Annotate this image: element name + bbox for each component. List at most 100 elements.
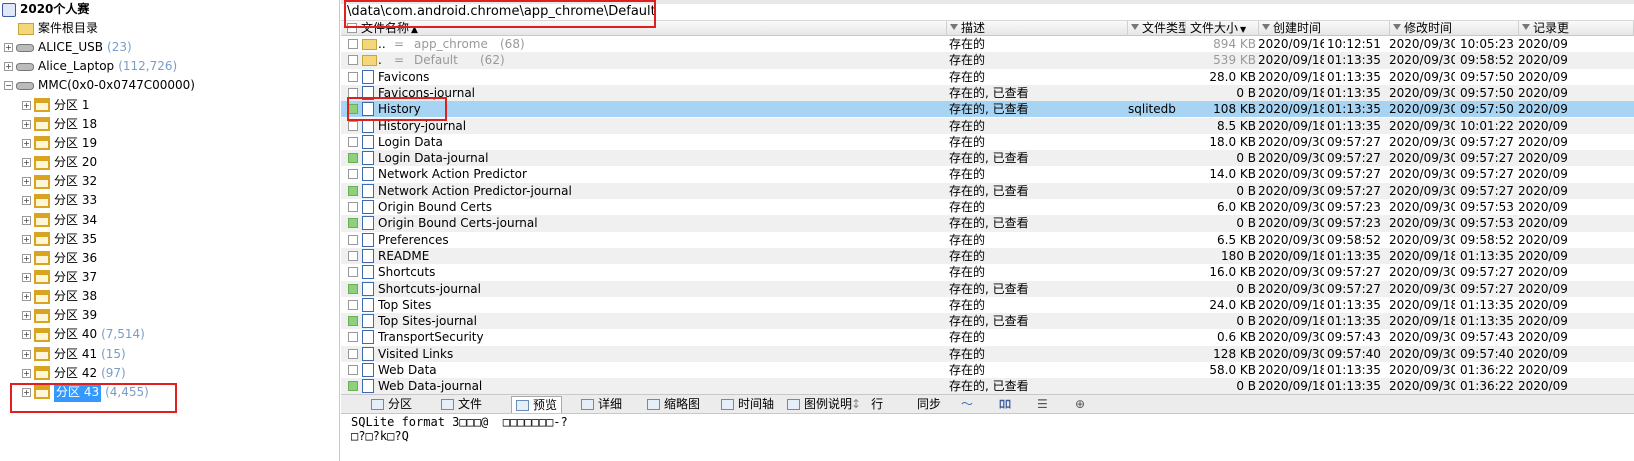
tree-node[interactable]: + 分区 35 bbox=[22, 230, 97, 249]
wave-tool-button[interactable]: 〜 bbox=[961, 396, 973, 413]
target-button[interactable]: ⊕ bbox=[1075, 396, 1085, 413]
view-options-button[interactable]: ☰ bbox=[1037, 396, 1048, 413]
tree-node[interactable]: + ALICE_USB (23) bbox=[4, 38, 132, 57]
row-checkbox[interactable] bbox=[348, 87, 358, 98]
expand-icon[interactable]: + bbox=[22, 387, 31, 397]
tree-node[interactable]: + 分区 33 bbox=[22, 191, 97, 210]
expand-icon[interactable]: + bbox=[22, 215, 31, 225]
tree-node[interactable]: + 分区 1 bbox=[22, 96, 89, 115]
collapse-icon[interactable]: − bbox=[4, 81, 13, 91]
bottom-tab[interactable]: 缩略图 bbox=[647, 396, 700, 413]
row-checkbox[interactable] bbox=[348, 136, 358, 147]
column-header-record[interactable]: 记录更 bbox=[1519, 21, 1634, 36]
column-header-created[interactable]: 创建时间 bbox=[1259, 21, 1390, 36]
table-row[interactable]: TransportSecurity 存在的 0.6 KB 2020/09/30 09:5… bbox=[341, 329, 1634, 345]
select-all-checkbox[interactable] bbox=[347, 23, 357, 33]
expand-icon[interactable]: + bbox=[22, 119, 31, 129]
table-row[interactable]: Origin Bound Certs 存在的 6.0 KB 2020/09/30 09:… bbox=[341, 199, 1634, 215]
table-row[interactable]: Origin Bound Certs-journal 存在的, 已查看 0 B 202… bbox=[341, 215, 1634, 232]
tree-node[interactable]: + Alice_Laptop (112,726) bbox=[4, 57, 177, 76]
row-checkbox[interactable] bbox=[348, 153, 358, 164]
column-header-size[interactable]: 文件大小 ▼ bbox=[1186, 21, 1259, 36]
row-checkbox[interactable] bbox=[348, 381, 358, 392]
expand-icon[interactable]: + bbox=[22, 100, 31, 110]
expand-icon[interactable]: + bbox=[22, 349, 31, 359]
row-checkbox[interactable] bbox=[348, 316, 358, 327]
tree-root[interactable]: 2020个人赛 bbox=[2, 0, 89, 19]
find-button[interactable]: ﾛﾛ bbox=[999, 396, 1011, 413]
column-header-name[interactable]: 文件名称 ▲ bbox=[341, 21, 947, 36]
table-row[interactable]: Favicons 存在的 28.0 KB 2020/09/18 01:13:35 2020… bbox=[341, 69, 1634, 85]
table-row[interactable]: Preferences 存在的 6.5 KB 2020/09/30 09:58:52 20… bbox=[341, 232, 1634, 248]
sync-button[interactable]: 同步 bbox=[917, 396, 941, 413]
table-row[interactable]: Network Action Predictor-journal 存在的, 已查看… bbox=[341, 182, 1634, 199]
expand-icon[interactable]: + bbox=[22, 272, 31, 282]
bottom-tab[interactable]: 详细 bbox=[581, 396, 622, 413]
table-row[interactable]: Network Action Predictor 存在的 14.0 KB 2020/0… bbox=[341, 166, 1634, 182]
tree-node[interactable]: 案件根目录 bbox=[18, 19, 98, 38]
bottom-tab[interactable]: 预览 bbox=[511, 396, 563, 413]
bottom-tab[interactable]: 时间轴 bbox=[721, 396, 774, 413]
table-row[interactable]: Visited Links 存在的 128 KB 2020/09/30 09:57:40… bbox=[341, 345, 1634, 362]
tree-node[interactable]: + 分区 34 bbox=[22, 211, 97, 230]
expand-icon[interactable]: + bbox=[22, 368, 31, 378]
row-checkbox[interactable] bbox=[348, 55, 358, 66]
row-checkbox[interactable] bbox=[348, 120, 358, 131]
table-row[interactable]: Web Data 存在的 58.0 KB 2020/09/18 01:13:35 2020… bbox=[341, 362, 1634, 378]
table-row[interactable]: History-journal 存在的 8.5 KB 2020/09/18 01:13:… bbox=[341, 117, 1634, 134]
row-tool-button[interactable]: ↕ 行 bbox=[851, 396, 883, 413]
tree-node[interactable]: + 分区 43 (4,455) bbox=[22, 382, 149, 402]
row-checkbox[interactable] bbox=[348, 348, 358, 359]
table-row[interactable]: . = Default (62) 存在的 539 KB 2020/09/18 01:13:35… bbox=[341, 52, 1634, 69]
expand-icon[interactable]: + bbox=[22, 158, 31, 168]
tree-node[interactable]: + 分区 20 bbox=[22, 153, 97, 172]
table-row[interactable]: Shortcuts 存在的 16.0 KB 2020/09/30 09:57:27 202… bbox=[341, 264, 1634, 280]
row-checkbox[interactable] bbox=[348, 283, 358, 294]
column-header-type[interactable]: 文件类型 bbox=[1128, 21, 1186, 36]
bottom-tab[interactable]: 图例说明 bbox=[787, 396, 852, 413]
expand-icon[interactable]: + bbox=[22, 177, 31, 187]
expand-icon[interactable]: + bbox=[4, 62, 13, 72]
column-header-desc[interactable]: 描述 bbox=[947, 21, 1128, 36]
expand-icon[interactable]: + bbox=[22, 196, 31, 206]
bottom-tab[interactable]: 文件 bbox=[441, 396, 482, 413]
tree-node[interactable]: + 分区 42 (97) bbox=[22, 364, 126, 383]
tree-node[interactable]: + 分区 36 bbox=[22, 249, 97, 268]
tree-node[interactable]: − MMC(0x0-0x0747C00000) bbox=[4, 76, 195, 95]
expand-icon[interactable]: + bbox=[22, 138, 31, 148]
row-checkbox[interactable] bbox=[348, 71, 358, 82]
row-checkbox[interactable] bbox=[348, 202, 358, 212]
table-row[interactable]: Shortcuts-journal 存在的, 已查看 0 B 2020/09/30 09… bbox=[341, 280, 1634, 297]
tree-node[interactable]: + 分区 19 bbox=[22, 134, 97, 153]
expand-icon[interactable]: + bbox=[22, 234, 31, 244]
row-checkbox[interactable] bbox=[348, 218, 358, 229]
table-row[interactable]: Login Data-journal 存在的, 已查看 0 B 2020/09/30 0… bbox=[341, 150, 1634, 167]
tree-node[interactable]: + 分区 18 bbox=[22, 115, 97, 134]
row-checkbox[interactable] bbox=[348, 169, 358, 180]
table-row[interactable]: Web Data-journal 存在的, 已查看 0 B 2020/09/18 01:… bbox=[341, 378, 1634, 395]
tree-node[interactable]: + 分区 39 bbox=[22, 306, 97, 325]
row-checkbox[interactable] bbox=[348, 365, 358, 375]
table-row[interactable]: Top Sites-journal 存在的, 已查看 0 B 2020/09/18 01… bbox=[341, 313, 1634, 330]
breadcrumb-path[interactable]: \data\com.android.chrome\app_chrome\Defa… bbox=[347, 3, 656, 20]
bottom-tab[interactable]: 分区 bbox=[371, 396, 412, 413]
table-row[interactable]: README 存在的 180 B 2020/09/18 01:13:35 2020/09/… bbox=[341, 247, 1634, 265]
expand-icon[interactable]: + bbox=[22, 330, 31, 340]
expand-icon[interactable]: + bbox=[4, 43, 13, 53]
expand-icon[interactable]: + bbox=[22, 253, 31, 263]
tree-node[interactable]: + 分区 38 bbox=[22, 287, 97, 306]
tree-node[interactable]: + 分区 37 bbox=[22, 268, 97, 287]
expand-icon[interactable]: + bbox=[22, 292, 31, 302]
row-checkbox[interactable] bbox=[348, 299, 358, 310]
table-row[interactable]: Login Data 存在的 18.0 KB 2020/09/30 09:57:27 20… bbox=[341, 134, 1634, 150]
tree-node[interactable]: + 分区 32 bbox=[22, 172, 97, 191]
row-checkbox[interactable] bbox=[348, 234, 358, 245]
tree-node[interactable]: + 分区 40 (7,514) bbox=[22, 325, 145, 344]
table-row[interactable]: History 存在的, 已查看 sqlitedb 108 KB 2020/09/18 0… bbox=[341, 101, 1634, 118]
row-checkbox[interactable] bbox=[348, 104, 358, 115]
row-checkbox[interactable] bbox=[348, 250, 358, 261]
expand-icon[interactable]: + bbox=[22, 311, 31, 321]
table-row[interactable]: Favicons-journal 存在的, 已查看 0 B 2020/09/18 01:… bbox=[341, 84, 1634, 102]
row-checkbox[interactable] bbox=[348, 185, 358, 196]
table-row[interactable]: Top Sites 存在的 24.0 KB 2020/09/18 01:13:35 202… bbox=[341, 297, 1634, 313]
